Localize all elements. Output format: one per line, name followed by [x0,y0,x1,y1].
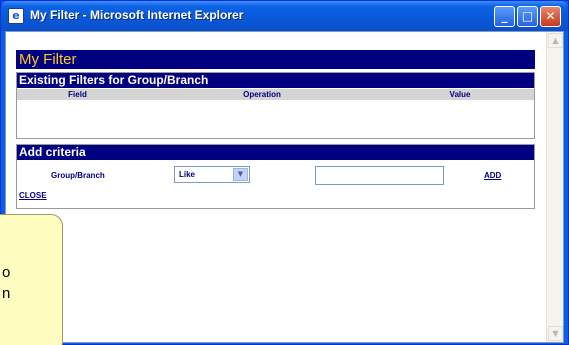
value-input[interactable] [315,166,444,185]
add-criteria-panel: Add criteria Group/Branch Like ▼ ADD CLO… [16,144,535,209]
existing-filters-panel: Existing Filters for Group/Branch Field … [16,72,535,139]
close-window-button[interactable]: ✕ [540,6,561,27]
page-title: My Filter [16,50,535,69]
column-header-value: Value [449,90,471,99]
title-bar[interactable]: e My Filter - Microsoft Internet Explore… [1,1,568,31]
scroll-up-icon[interactable]: ▲ [548,33,563,48]
scroll-down-icon[interactable]: ▼ [548,326,563,341]
maximize-button[interactable]: □ [517,6,538,27]
browser-window: e My Filter - Microsoft Internet Explore… [0,0,569,345]
page-client-area: My Filter Existing Filters for Group/Bra… [5,31,564,343]
field-label: Group/Branch [51,171,105,180]
column-header-operation: Operation [243,90,281,99]
operation-selected-value: Like [179,170,196,179]
tooltip-callout: o n [0,214,63,345]
close-link[interactable]: CLOSE [19,191,47,200]
chevron-down-icon[interactable]: ▼ [233,168,248,181]
vertical-scrollbar[interactable]: ▲ ▼ [546,32,563,342]
filter-content: My Filter Existing Filters for Group/Bra… [16,50,535,209]
minimize-button[interactable]: _ [494,6,515,27]
existing-filters-header: Existing Filters for Group/Branch [17,73,534,88]
add-criteria-header: Add criteria [17,145,534,160]
callout-text-line: n [2,285,11,302]
column-header-field: Field [68,90,87,99]
window-title: My Filter - Microsoft Internet Explorer [30,8,244,22]
operation-select[interactable]: Like ▼ [174,166,250,183]
filter-column-headers: Field Operation Value [17,89,534,100]
callout-text-line: o [2,264,11,281]
add-link[interactable]: ADD [484,171,501,180]
ie-page-icon: e [8,8,24,24]
